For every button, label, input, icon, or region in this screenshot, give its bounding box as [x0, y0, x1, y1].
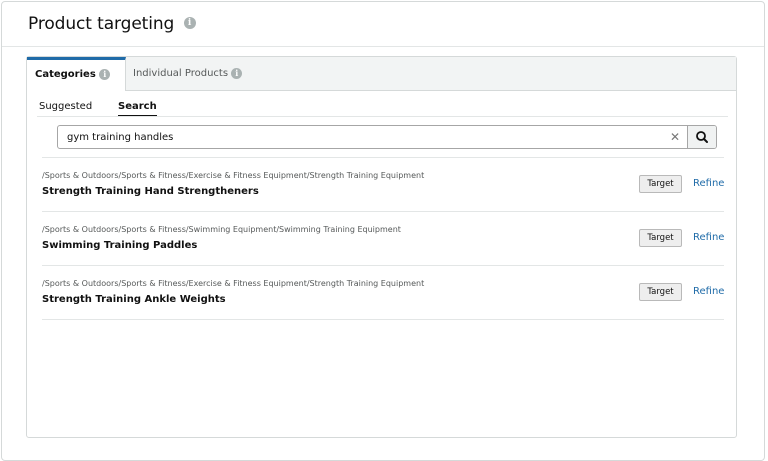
refine-link[interactable]: Refine: [693, 178, 724, 189]
list-item: /Sports & Outdoors/Sports & Fitness/Swim…: [42, 211, 724, 265]
page-title-row: Product targeting i: [28, 14, 196, 34]
category-path: /Sports & Outdoors/Sports & Fitness/Swim…: [42, 225, 401, 234]
info-icon[interactable]: i: [231, 67, 243, 79]
subtab-suggested[interactable]: Suggested: [39, 101, 92, 112]
search-icon: [696, 131, 708, 143]
results-list: /Sports & Outdoors/Sports & Fitness/Exer…: [42, 157, 724, 320]
subtab-divider: [37, 116, 728, 117]
close-icon[interactable]: ✕: [668, 129, 682, 145]
search-box: ✕: [57, 125, 717, 149]
tab-categories[interactable]: Categories i: [27, 57, 126, 91]
category-title: Strength Training Ankle Weights: [42, 294, 226, 305]
page-title: Product targeting: [28, 14, 175, 34]
category-path: /Sports & Outdoors/Sports & Fitness/Exer…: [42, 279, 425, 288]
target-button[interactable]: Target: [639, 283, 682, 301]
target-button[interactable]: Target: [639, 229, 682, 247]
category-path: /Sports & Outdoors/Sports & Fitness/Exer…: [42, 171, 425, 180]
info-icon[interactable]: i: [99, 68, 111, 80]
category-title: Strength Training Hand Strengtheners: [42, 186, 259, 197]
category-title: Swimming Training Paddles: [42, 240, 198, 251]
info-icon[interactable]: i: [183, 17, 196, 29]
list-item: /Sports & Outdoors/Sports & Fitness/Exer…: [42, 265, 724, 320]
refine-link[interactable]: Refine: [693, 286, 724, 297]
target-button[interactable]: Target: [639, 175, 682, 193]
list-item: /Sports & Outdoors/Sports & Fitness/Exer…: [42, 157, 724, 211]
tab-label: Individual Products: [133, 68, 229, 79]
tab-label: Categories: [35, 69, 96, 80]
refine-link[interactable]: Refine: [693, 232, 724, 243]
search-button[interactable]: [687, 126, 716, 148]
tab-individual-products[interactable]: Individual Products i: [126, 57, 276, 90]
tab-bar: Categories i Individual Products i: [27, 57, 736, 91]
subtab-search[interactable]: Search: [118, 101, 157, 117]
search-input[interactable]: [58, 126, 686, 148]
targeting-panel: Categories i Individual Products i Sugge…: [26, 56, 737, 438]
card-header: Product targeting i: [2, 2, 764, 47]
